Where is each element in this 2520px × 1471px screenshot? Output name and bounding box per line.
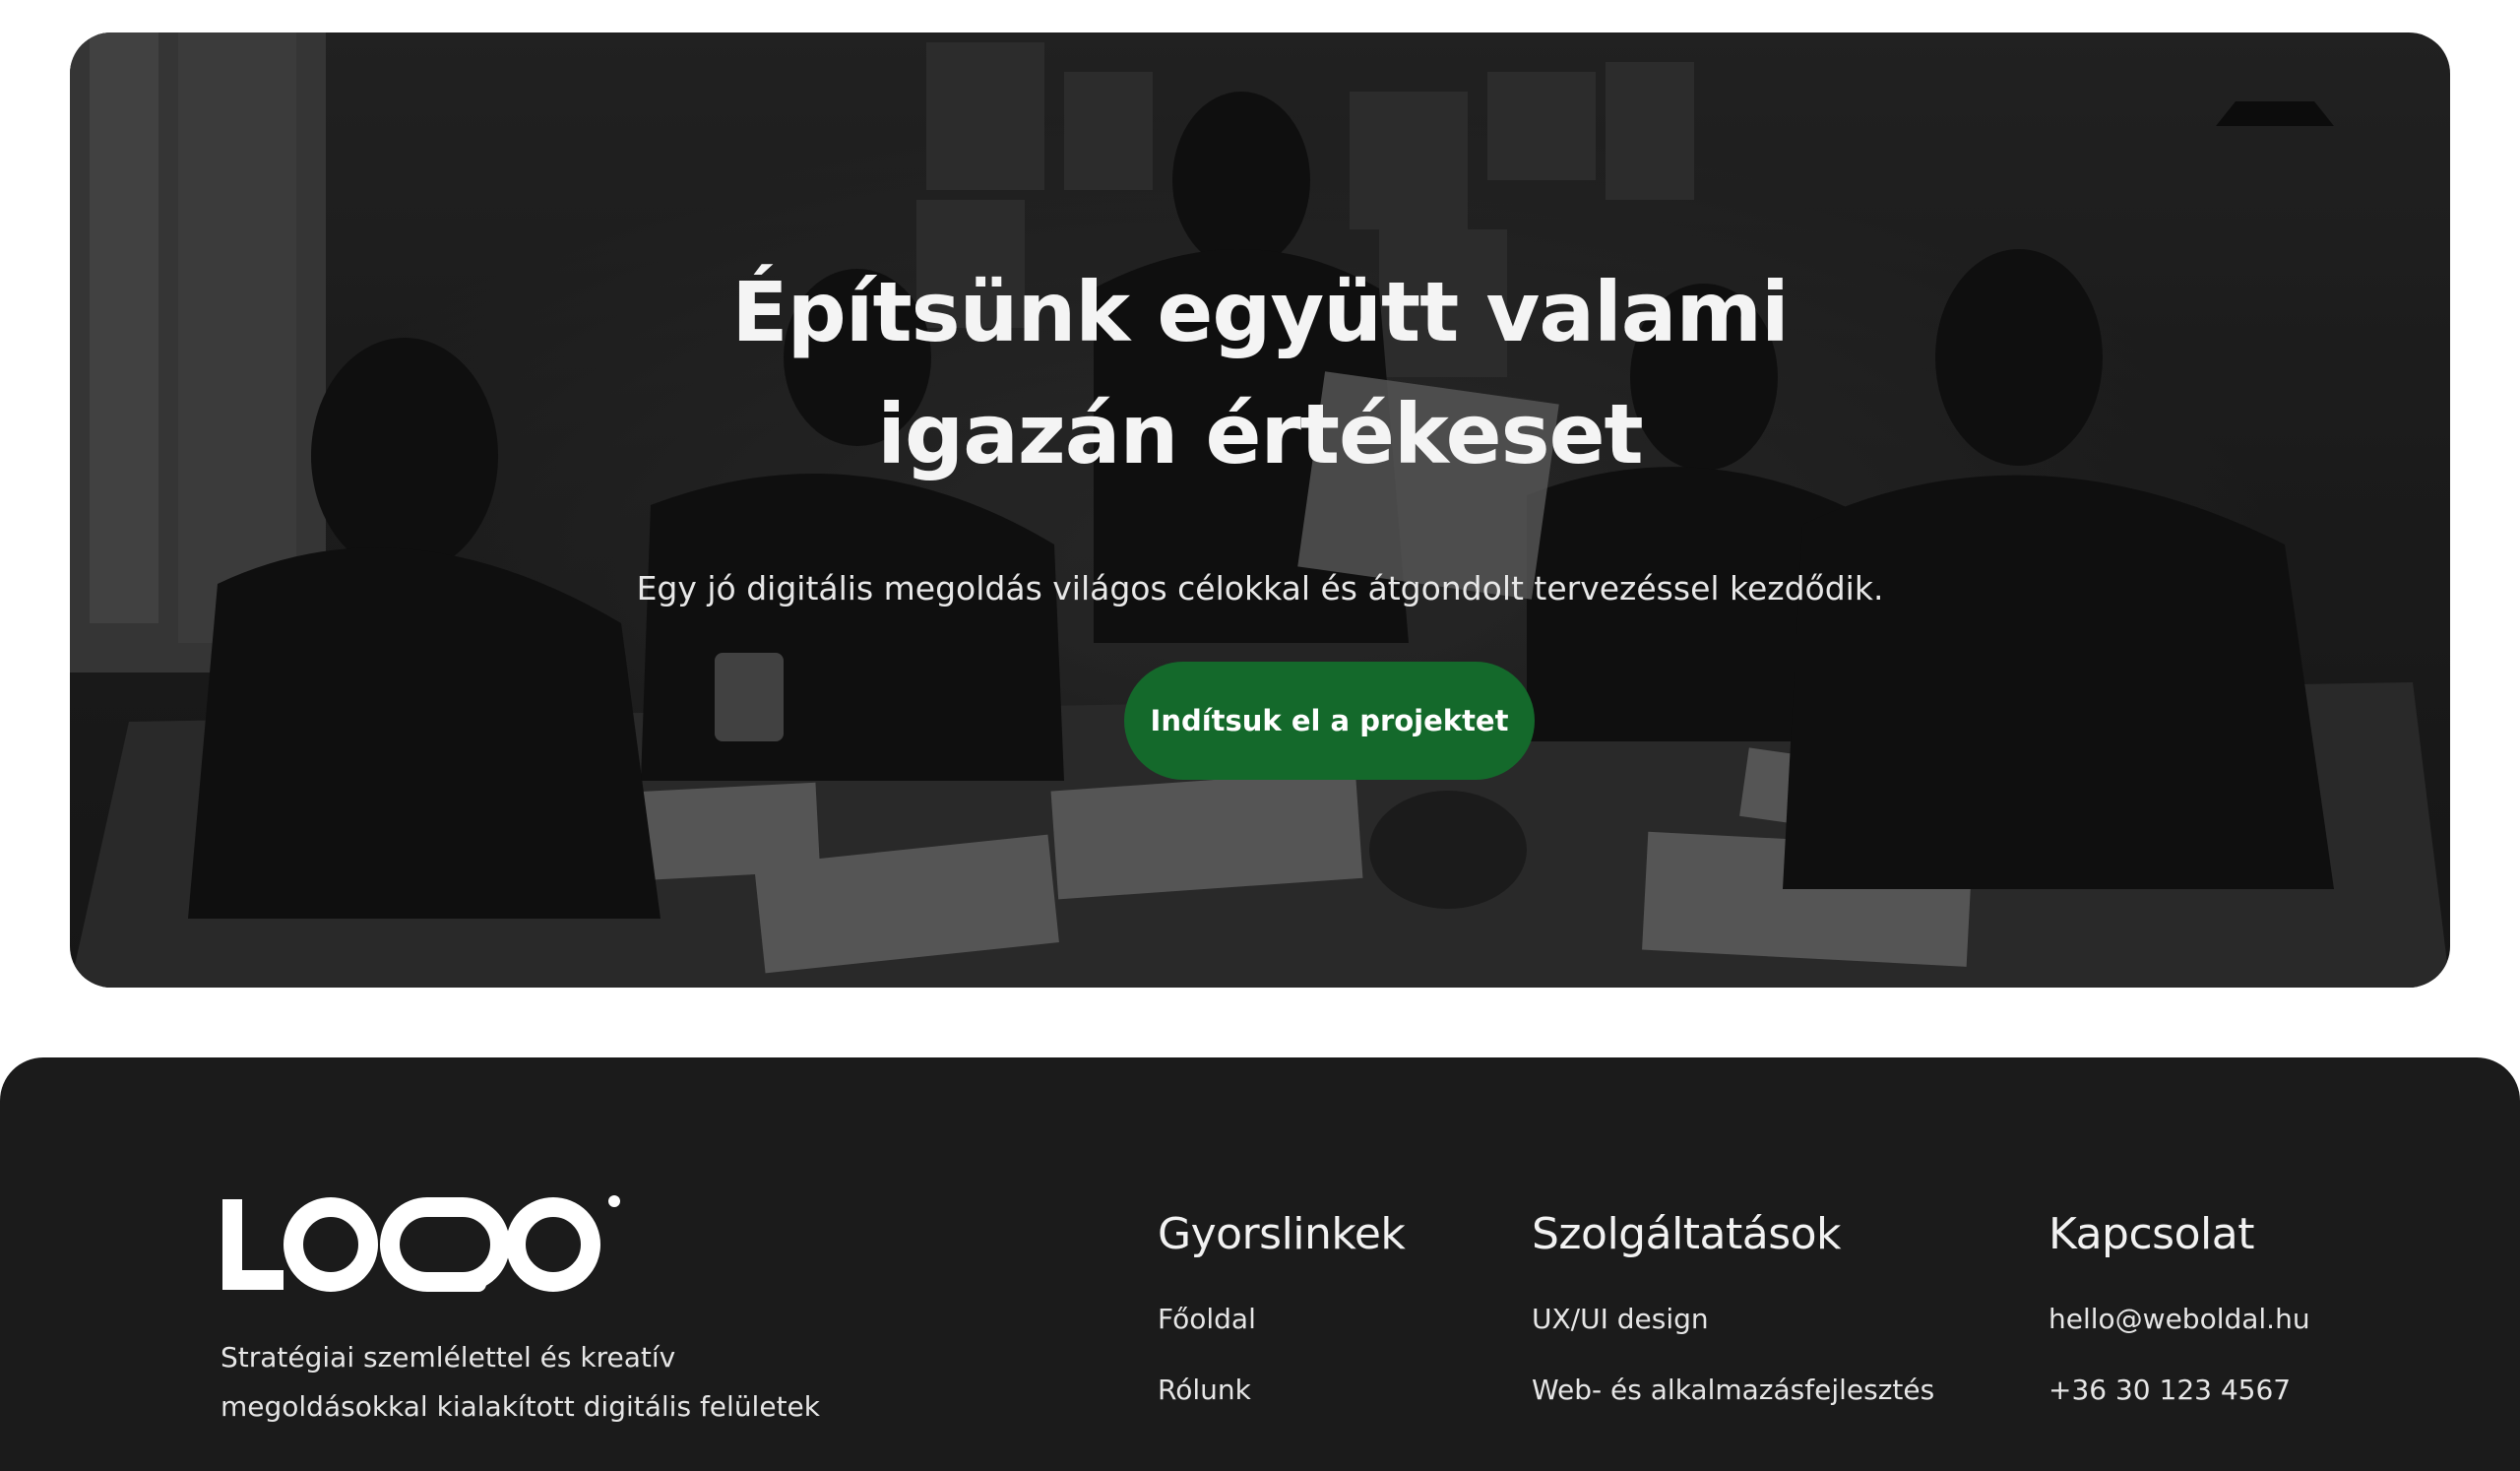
footer-link-uxui[interactable]: UX/UI design bbox=[1532, 1302, 1934, 1337]
footer-quicklinks: Gyorslinkek Főoldal Rólunk bbox=[1158, 1205, 1406, 1443]
hero-title-line-2: igazán értékeset bbox=[877, 386, 1643, 482]
footer-link-dev[interactable]: Web- és alkalmazásfejlesztés bbox=[1532, 1373, 1934, 1408]
hero-content: Építsünk együtt valami igazán értékeset … bbox=[70, 32, 2450, 988]
logo[interactable] bbox=[220, 1195, 622, 1294]
footer-quicklinks-title: Gyorslinkek bbox=[1158, 1209, 1406, 1259]
footer-services-title: Szolgáltatások bbox=[1532, 1209, 1842, 1259]
footer-link-about[interactable]: Rólunk bbox=[1158, 1373, 1405, 1408]
footer-link-home[interactable]: Főoldal bbox=[1158, 1302, 1405, 1337]
footer-contact-title: Kapcsolat bbox=[2048, 1209, 2254, 1259]
footer-link-email[interactable]: hello@weboldal.hu bbox=[2048, 1302, 2310, 1337]
hero-title: Építsünk együtt valami igazán értékeset bbox=[70, 251, 2450, 495]
start-project-button[interactable]: Indítsuk el a projektet bbox=[1124, 662, 1535, 780]
footer-contact: Kapcsolat hello@weboldal.hu +36 30 123 4… bbox=[2048, 1205, 2310, 1443]
hero-subtitle: Egy jó digitális megoldás világos célokk… bbox=[636, 569, 1884, 608]
footer-description: Stratégiai szemlélettel és kreatív megol… bbox=[220, 1341, 820, 1423]
footer-link-phone[interactable]: +36 30 123 4567 bbox=[2048, 1373, 2310, 1408]
hero-title-line-1: Építsünk együtt valami bbox=[731, 264, 1790, 360]
site-footer: Stratégiai szemlélettel és kreatív megol… bbox=[0, 1057, 2520, 1471]
footer-services: Szolgáltatások UX/UI design Web- és alka… bbox=[1532, 1205, 1934, 1443]
hero-section: Építsünk együtt valami igazán értékeset … bbox=[70, 32, 2450, 988]
